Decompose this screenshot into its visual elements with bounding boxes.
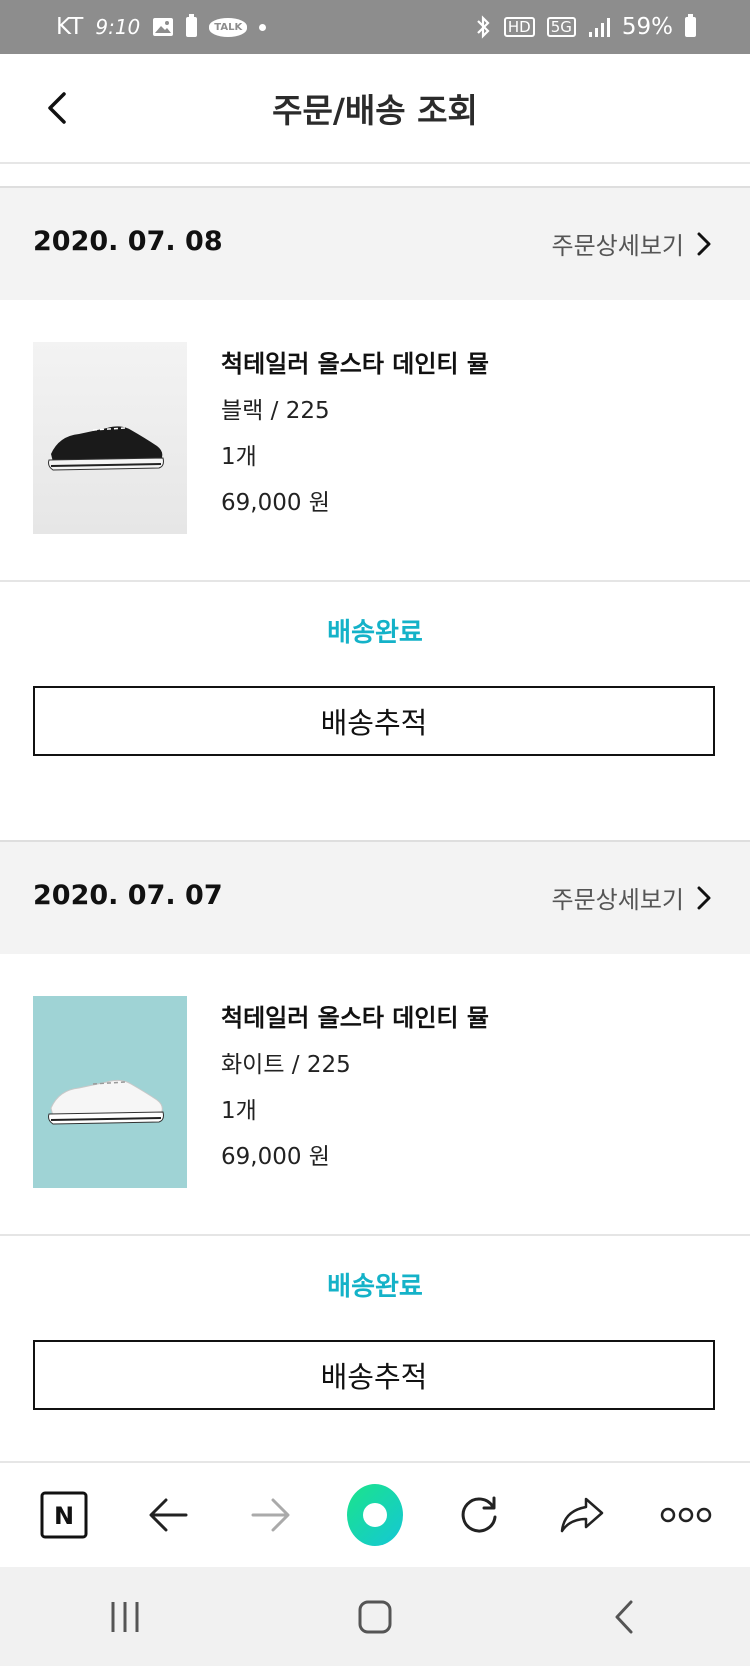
order-card: 2020. 07. 08 주문상세보기 척테일러 올스타 데인티 뮬 블랙 / bbox=[0, 186, 750, 840]
home-button[interactable] bbox=[345, 1587, 405, 1647]
share-button[interactable] bbox=[554, 1487, 610, 1543]
5g-badge: 5G bbox=[546, 17, 576, 37]
item-name: 척테일러 올스타 데인티 뮬 bbox=[221, 1004, 489, 1032]
kakaotalk-icon: TALK bbox=[209, 17, 248, 37]
status-bar-right: HD 5G 59% bbox=[474, 14, 696, 40]
browser-forward-button[interactable] bbox=[243, 1487, 299, 1543]
track-delivery-button[interactable]: 배송추적 bbox=[33, 686, 715, 756]
item-price: 69,000 원 bbox=[221, 490, 330, 516]
delivery-status: 배송완료 bbox=[327, 1272, 423, 1302]
order-date: 2020. 07. 07 bbox=[33, 880, 223, 911]
recent-apps-button[interactable] bbox=[95, 1587, 155, 1647]
browser-back-button[interactable] bbox=[140, 1487, 196, 1543]
delivery-area: 배송완료 배송추적 bbox=[0, 582, 750, 840]
app-header: 주문/배송 조회 bbox=[0, 54, 750, 164]
battery-saver-icon bbox=[186, 14, 198, 37]
order-date-row: 2020. 07. 08 주문상세보기 bbox=[0, 188, 750, 300]
chevron-right-icon bbox=[697, 886, 711, 909]
hd-badge: HD bbox=[503, 17, 535, 37]
status-bar-left: KT 9:10 TALK bbox=[56, 14, 267, 40]
notification-dot-icon bbox=[259, 23, 267, 31]
bluetooth-icon bbox=[477, 15, 490, 39]
item-quantity: 1개 bbox=[221, 444, 257, 470]
chevron-left-icon bbox=[615, 1600, 633, 1633]
order-card: 2020. 07. 07 주문상세보기 척테일러 올스타 데인티 뮬 화이트 / bbox=[0, 840, 750, 1494]
black-sneaker-icon bbox=[48, 426, 164, 471]
order-detail-label: 주문상세보기 bbox=[551, 886, 684, 914]
recent-apps-icon bbox=[111, 1601, 139, 1632]
n-logo-label: N bbox=[54, 1502, 74, 1530]
order-date: 2020. 07. 08 bbox=[33, 226, 223, 257]
order-detail-link[interactable]: 주문상세보기 bbox=[552, 226, 712, 261]
battery-percent: 59% bbox=[621, 14, 673, 40]
order-list: 2020. 07. 08 주문상세보기 척테일러 올스타 데인티 뮬 블랙 / bbox=[0, 186, 750, 1494]
chevron-right-icon bbox=[697, 232, 711, 255]
item-info: 척테일러 올스타 데인티 뮬 화이트 / 225 1개 69,000 원 bbox=[221, 998, 489, 1183]
item-name: 척테일러 올스타 데인티 뮬 bbox=[221, 350, 489, 378]
carrier-label: KT bbox=[56, 14, 84, 40]
item-option: 블랙 / 225 bbox=[221, 398, 330, 424]
item-option: 화이트 / 225 bbox=[221, 1052, 351, 1078]
product-image[interactable] bbox=[33, 342, 187, 534]
signal-icon bbox=[588, 18, 610, 37]
arrow-right-icon bbox=[251, 1498, 290, 1532]
delivery-status: 배송완료 bbox=[327, 618, 423, 648]
page-title: 주문/배송 조회 bbox=[272, 91, 478, 130]
n-logo-icon: N bbox=[40, 1491, 88, 1539]
order-item[interactable]: 척테일러 올스타 데인티 뮬 블랙 / 225 1개 69,000 원 bbox=[0, 300, 750, 582]
refresh-button[interactable] bbox=[451, 1487, 507, 1543]
item-info: 척테일러 올스타 데인티 뮬 블랙 / 225 1개 69,000 원 bbox=[221, 344, 489, 529]
gallery-icon bbox=[153, 18, 174, 36]
delivery-area: 배송완료 배송추적 bbox=[0, 1236, 750, 1494]
home-icon bbox=[358, 1600, 392, 1633]
arrow-left-icon bbox=[149, 1498, 188, 1532]
green-dot-icon bbox=[346, 1484, 403, 1546]
clock: 9:10 bbox=[95, 15, 141, 39]
refresh-icon bbox=[461, 1496, 497, 1533]
white-sneaker-icon bbox=[48, 1079, 164, 1125]
order-item[interactable]: 척테일러 올스타 데인티 뮬 화이트 / 225 1개 69,000 원 bbox=[0, 954, 750, 1236]
order-date-row: 2020. 07. 07 주문상세보기 bbox=[0, 842, 750, 954]
status-bar: KT 9:10 TALK HD 5G 59% bbox=[0, 0, 750, 54]
share-arrow-icon bbox=[561, 1497, 604, 1533]
more-dots-icon bbox=[660, 1507, 712, 1523]
battery-icon bbox=[685, 14, 696, 37]
product-image[interactable] bbox=[33, 996, 187, 1188]
green-dot-home-button[interactable] bbox=[346, 1484, 403, 1546]
browser-toolbar: N bbox=[0, 1461, 750, 1567]
android-nav-bar bbox=[0, 1567, 750, 1666]
system-back-button[interactable] bbox=[595, 1587, 655, 1647]
item-price: 69,000 원 bbox=[221, 1144, 330, 1170]
track-delivery-button[interactable]: 배송추적 bbox=[33, 1340, 715, 1410]
more-button[interactable] bbox=[658, 1487, 714, 1543]
item-quantity: 1개 bbox=[221, 1098, 257, 1124]
naver-home-button[interactable]: N bbox=[36, 1487, 92, 1543]
order-detail-link[interactable]: 주문상세보기 bbox=[552, 880, 712, 915]
order-detail-label: 주문상세보기 bbox=[551, 232, 684, 260]
